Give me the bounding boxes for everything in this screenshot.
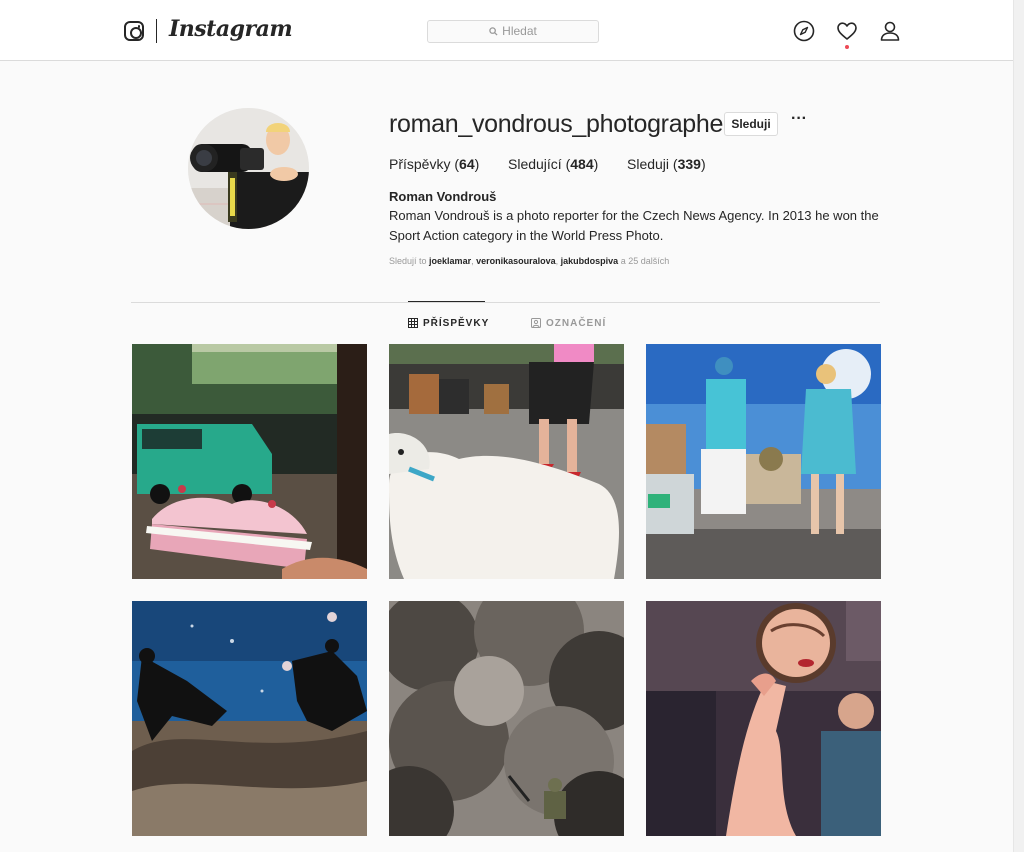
profile-full-name: Roman Vondrouš	[389, 189, 497, 204]
instagram-wordmark[interactable]: Instagram	[169, 16, 293, 42]
logo-divider	[156, 19, 157, 43]
search-placeholder: Hledat	[502, 24, 537, 38]
instagram-icon[interactable]	[124, 21, 144, 41]
followed-by-user[interactable]: jakubdospiva	[561, 256, 619, 266]
followed-by-user[interactable]: veronikasouralova	[476, 256, 556, 266]
search-input[interactable]: Hledat	[427, 20, 599, 43]
tag-icon	[531, 318, 541, 328]
notification-dot	[845, 45, 849, 49]
more-options-button[interactable]: ···	[788, 111, 810, 134]
profile-bio: Roman Vondrouš is a photo reporter for t…	[389, 208, 879, 243]
followed-by: Sledují to joeklamar, veronikasouralova,…	[389, 256, 670, 266]
tab-posts[interactable]: PŘÍSPĚVKY	[408, 318, 489, 329]
post-stewardesses[interactable]	[646, 344, 881, 579]
tab-tagged[interactable]: OZNAČENÍ	[531, 318, 606, 329]
scrollbar[interactable]	[1013, 0, 1024, 852]
tabs-divider	[131, 302, 880, 303]
avatar[interactable]	[188, 108, 309, 229]
profile-username: roman_vondrous_photographer	[389, 110, 732, 138]
heart-icon[interactable]	[836, 20, 858, 42]
post-mirror-makeup[interactable]	[646, 601, 881, 836]
user-icon[interactable]	[879, 20, 901, 42]
active-tab-indicator	[408, 301, 485, 302]
post-horse-race[interactable]	[132, 601, 367, 836]
post-dog-legs[interactable]	[389, 344, 624, 579]
stat-posts: Příspěvky (64)	[389, 156, 480, 172]
search-icon	[489, 27, 498, 36]
followed-by-user[interactable]: joeklamar	[429, 256, 471, 266]
compass-icon[interactable]	[793, 20, 815, 42]
post-cake-car[interactable]	[132, 344, 367, 579]
stat-following[interactable]: Sleduji (339)	[627, 156, 706, 172]
stat-followers[interactable]: Sledující (484)	[508, 156, 598, 172]
top-nav: Instagram Hledat	[0, 0, 1013, 61]
follow-button[interactable]: Sleduji	[724, 112, 778, 136]
grid-icon	[408, 318, 418, 328]
post-smoke-soldier[interactable]	[389, 601, 624, 836]
